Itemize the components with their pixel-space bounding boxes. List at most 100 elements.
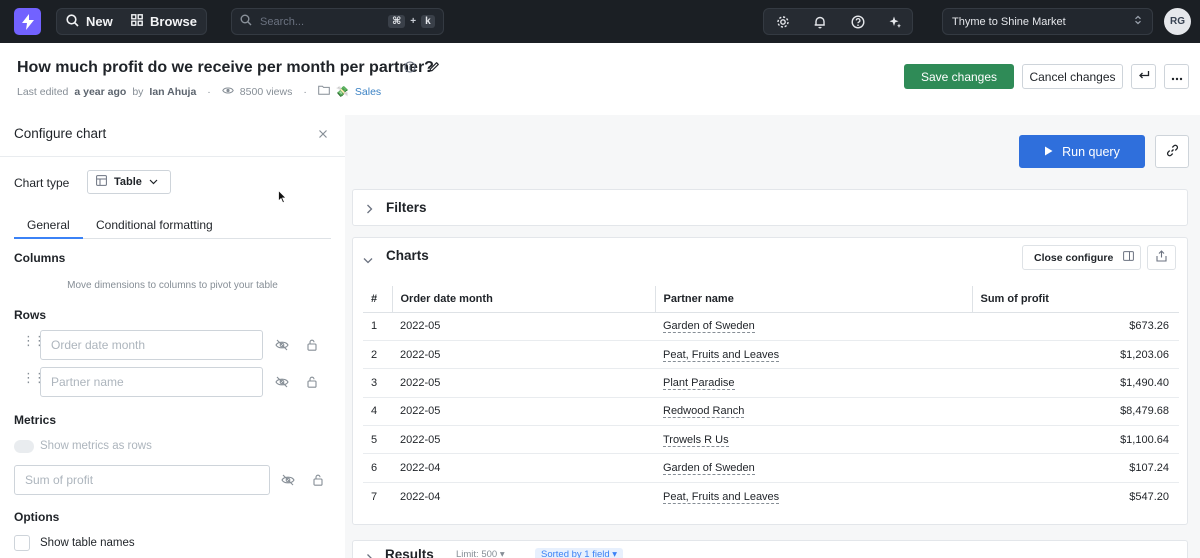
order-date-month-cell: 2022-05 [392,368,655,398]
meta-author: Ian Ahuja [149,85,197,98]
show-table-names-checkbox[interactable] [14,535,30,551]
partner-name-link[interactable]: Garden of Sweden [663,320,755,334]
eye-off-icon[interactable] [274,337,290,353]
limit-badge[interactable]: Limit: 500 ▾ [450,548,511,558]
lock-icon[interactable] [310,472,326,488]
lock-icon[interactable] [304,374,320,390]
config-tabs: General Conditional formatting [14,215,331,239]
table-row: 2 2022-05 Peat, Fruits and Leaves $1,203.06 [363,340,1179,370]
new-browse-group: New Browse [56,8,207,35]
undo-button[interactable] [1131,64,1156,89]
partner-name-cell[interactable]: Redwood Ranch [655,397,972,427]
pencil-icon[interactable] [428,61,440,76]
row-index-cell: 5 [363,425,392,455]
bell-icon[interactable] [810,12,830,32]
lightning-logo-icon[interactable] [14,8,41,35]
sorted-badge[interactable]: Sorted by 1 field ▾ [535,548,624,558]
column-header-partner-name[interactable]: Partner name [655,286,973,313]
table-header-row: # Order date month Partner name Sum of p… [363,286,1179,313]
tab-conditional-formatting[interactable]: Conditional formatting [96,218,213,232]
configure-chart-title: Configure chart [14,126,107,141]
partner-name-link[interactable]: Peat, Fruits and Leaves [663,348,780,362]
sum-of-profit-cell: $8,479.68 [972,397,1179,427]
dots-icon [1171,69,1183,84]
link-icon [1166,144,1179,160]
metric-field-input[interactable] [14,465,270,495]
chart-type-select[interactable]: Table [87,170,171,194]
sum-of-profit-cell: $107.24 [972,453,1179,483]
eye-off-icon[interactable] [280,472,296,488]
partner-name-cell[interactable]: Garden of Sweden [655,453,972,483]
row-field-input[interactable] [40,367,263,397]
partner-name-cell[interactable]: Garden of Sweden [655,312,972,341]
meta-separator: · [207,85,211,98]
chart-type-label: Chart type [14,176,70,190]
chevron-down-icon[interactable] [363,252,373,267]
partner-name-link[interactable]: Garden of Sweden [663,462,755,476]
limit-label: Limit: 500 [456,549,498,558]
order-date-month-cell: 2022-05 [392,425,655,455]
export-button[interactable] [1147,245,1176,270]
partner-name-cell[interactable]: Plant Paradise [655,368,972,398]
partner-name-cell[interactable]: Trowels R Us [655,425,972,455]
search-input[interactable] [260,15,380,28]
sparkle-icon[interactable] [885,12,905,32]
return-arrow-icon [1138,69,1150,84]
meta-by: by [132,85,144,98]
more-options-button[interactable] [1164,64,1189,89]
lock-icon[interactable] [304,337,320,353]
chevron-updown-icon [1134,15,1142,28]
charts-title[interactable]: Charts [386,248,429,263]
project-selector[interactable]: Thyme to Shine Market [942,8,1153,35]
chevron-right-icon[interactable] [366,550,373,558]
drag-handle-icon[interactable]: ⋮⋮ [22,334,46,347]
partner-name-cell[interactable]: Peat, Fruits and Leaves [655,340,972,370]
info-icon[interactable] [404,61,416,76]
show-metrics-as-rows-toggle[interactable] [14,440,34,453]
save-changes-button[interactable]: Save changes [904,64,1014,89]
meta-views: 8500 views [239,85,293,98]
tab-general[interactable]: General [27,218,70,232]
share-link-button[interactable] [1155,135,1189,168]
partner-name-link[interactable]: Redwood Ranch [663,405,745,419]
column-header-order-date-month[interactable]: Order date month [392,286,656,313]
table-row: 1 2022-05 Garden of Sweden $673.26 [363,312,1179,341]
close-icon[interactable] [318,127,328,142]
column-header-sum-of-profit[interactable]: Sum of profit [972,286,1179,313]
global-search[interactable]: ⌘ + k [231,8,444,35]
run-query-button[interactable]: Run query [1019,135,1145,168]
filters-card[interactable] [352,189,1188,226]
order-date-month-cell: 2022-05 [392,312,655,341]
column-header-index[interactable]: # [363,286,393,313]
user-avatar[interactable]: RG [1164,8,1191,35]
partner-name-cell[interactable]: Peat, Fruits and Leaves [655,482,972,510]
gear-icon[interactable] [773,12,793,32]
row-index-cell: 2 [363,340,392,370]
results-table: # Order date month Partner name Sum of p… [363,286,1179,511]
results-title[interactable]: Results [385,547,434,558]
help-icon[interactable] [848,12,868,32]
space-link[interactable]: Sales [355,86,381,98]
order-date-month-cell: 2022-04 [400,490,441,503]
configure-chart-panel: Configure chart Chart type Table General… [0,115,345,558]
partner-name-link[interactable]: Peat, Fruits and Leaves [663,490,780,504]
browse-button[interactable]: Browse [131,9,197,34]
filters-title[interactable]: Filters [386,200,427,215]
drag-handle-icon[interactable]: ⋮⋮ [22,371,46,384]
partner-name-link[interactable]: Plant Paradise [663,376,735,390]
chevron-down-icon [149,176,158,188]
eye-off-icon[interactable] [274,374,290,390]
chevron-right-icon[interactable] [366,202,373,217]
row-index-cell: 6 [363,453,392,483]
table-icon [96,175,107,189]
nav-icons-group [763,8,913,35]
search-plus-icon [66,13,79,30]
partner-name-link[interactable]: Trowels R Us [663,433,729,447]
row-index-cell: 7 [371,490,378,503]
close-configure-button[interactable]: Close configure [1022,245,1141,270]
shortcut-k-key: k [421,15,435,28]
cancel-changes-button[interactable]: Cancel changes [1022,64,1123,89]
row-field-input[interactable] [40,330,263,360]
new-button[interactable]: New [66,9,113,34]
sorted-label: Sorted by 1 field [541,549,610,558]
